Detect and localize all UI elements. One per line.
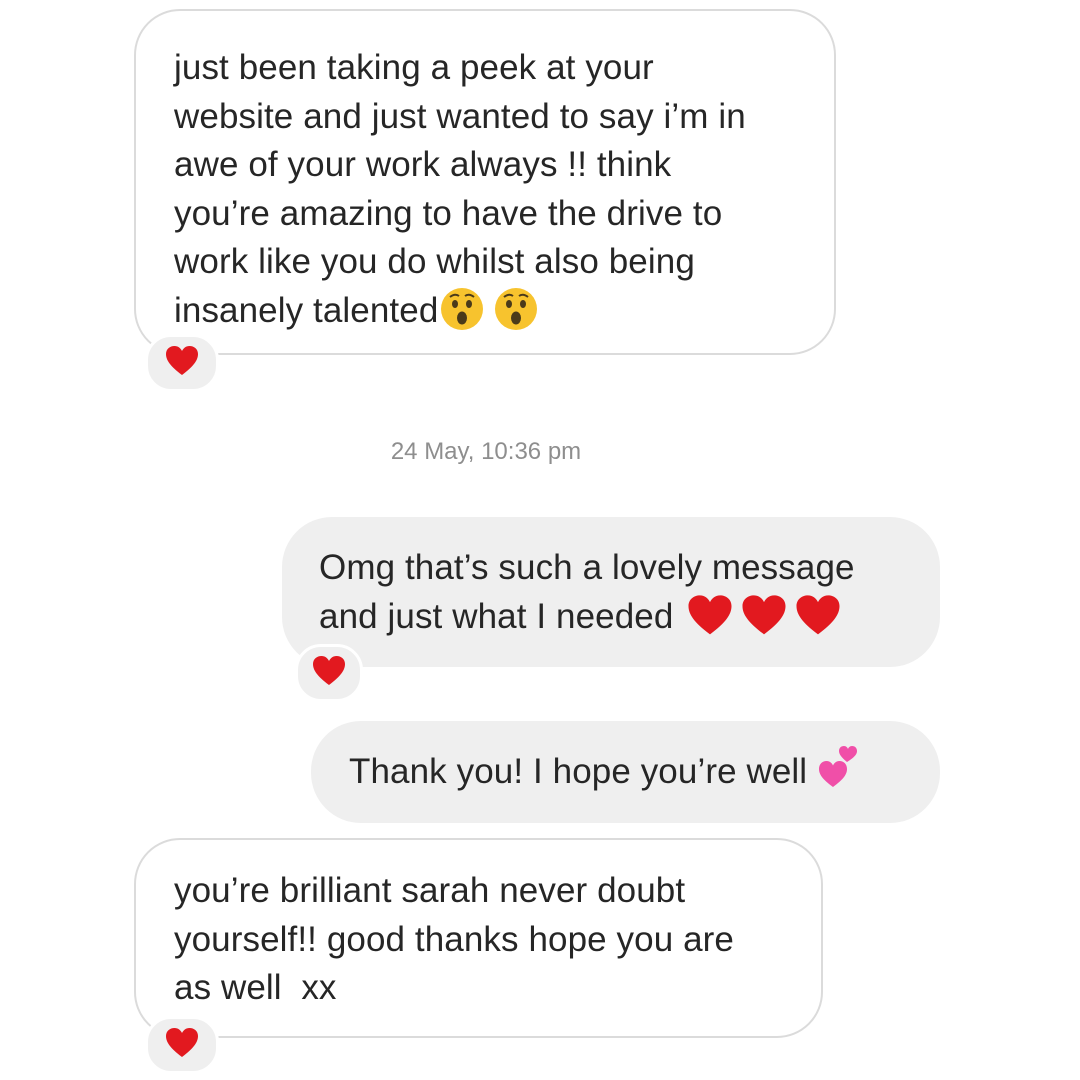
two-hearts-icon <box>817 743 865 789</box>
red-heart-icon <box>795 594 841 637</box>
message-text-line: awe of your work always !! think <box>174 145 672 184</box>
message-text-line: Thank you! I hope you’re well <box>349 745 940 797</box>
astonished-face-icon <box>494 287 538 331</box>
reaction-heart[interactable] <box>295 644 363 702</box>
message-text-line: Omg that’s such a lovely message <box>319 548 855 587</box>
red-heart-icon <box>687 594 733 637</box>
red-heart-icon <box>312 655 346 692</box>
red-heart-icon <box>165 1027 199 1064</box>
reaction-heart[interactable] <box>145 334 219 392</box>
message-text: insanely talented <box>174 290 439 330</box>
message-text-line: you’re amazing to have the drive to <box>174 193 723 233</box>
message-text-line: yourself!! good thanks hope you are <box>174 919 734 959</box>
reaction-heart[interactable] <box>145 1016 219 1074</box>
message-text-line: work like you do whilst also being <box>174 242 695 281</box>
red-heart-icon <box>741 594 787 637</box>
message-text: and just what I needed <box>319 596 674 636</box>
message-text: Thank you! I hope you’re well <box>349 752 808 791</box>
message-bubble-incoming[interactable]: just been taking a peek at your website … <box>134 9 836 355</box>
message-text-line: website and just wanted to say i’m in <box>174 96 746 136</box>
message-bubble-outgoing[interactable]: Thank you! I hope you’re well <box>311 721 940 823</box>
message-text-line: and just what I needed <box>319 593 940 642</box>
message-text-line: you’re brilliant sarah never doubt <box>174 871 686 910</box>
message-text-line: insanely talented <box>174 287 834 336</box>
message-text-line: just been taking a peek at your <box>174 48 654 87</box>
message-bubble-outgoing[interactable]: Omg that’s such a lovely message and jus… <box>282 517 940 667</box>
astonished-face-icon <box>440 287 484 331</box>
message-bubble-incoming[interactable]: you’re brilliant sarah never doubt yours… <box>134 838 823 1038</box>
message-timestamp: 24 May, 10:36 pm <box>390 438 582 465</box>
red-heart-icon <box>165 345 199 382</box>
message-text-line: as well xx <box>174 968 337 1007</box>
